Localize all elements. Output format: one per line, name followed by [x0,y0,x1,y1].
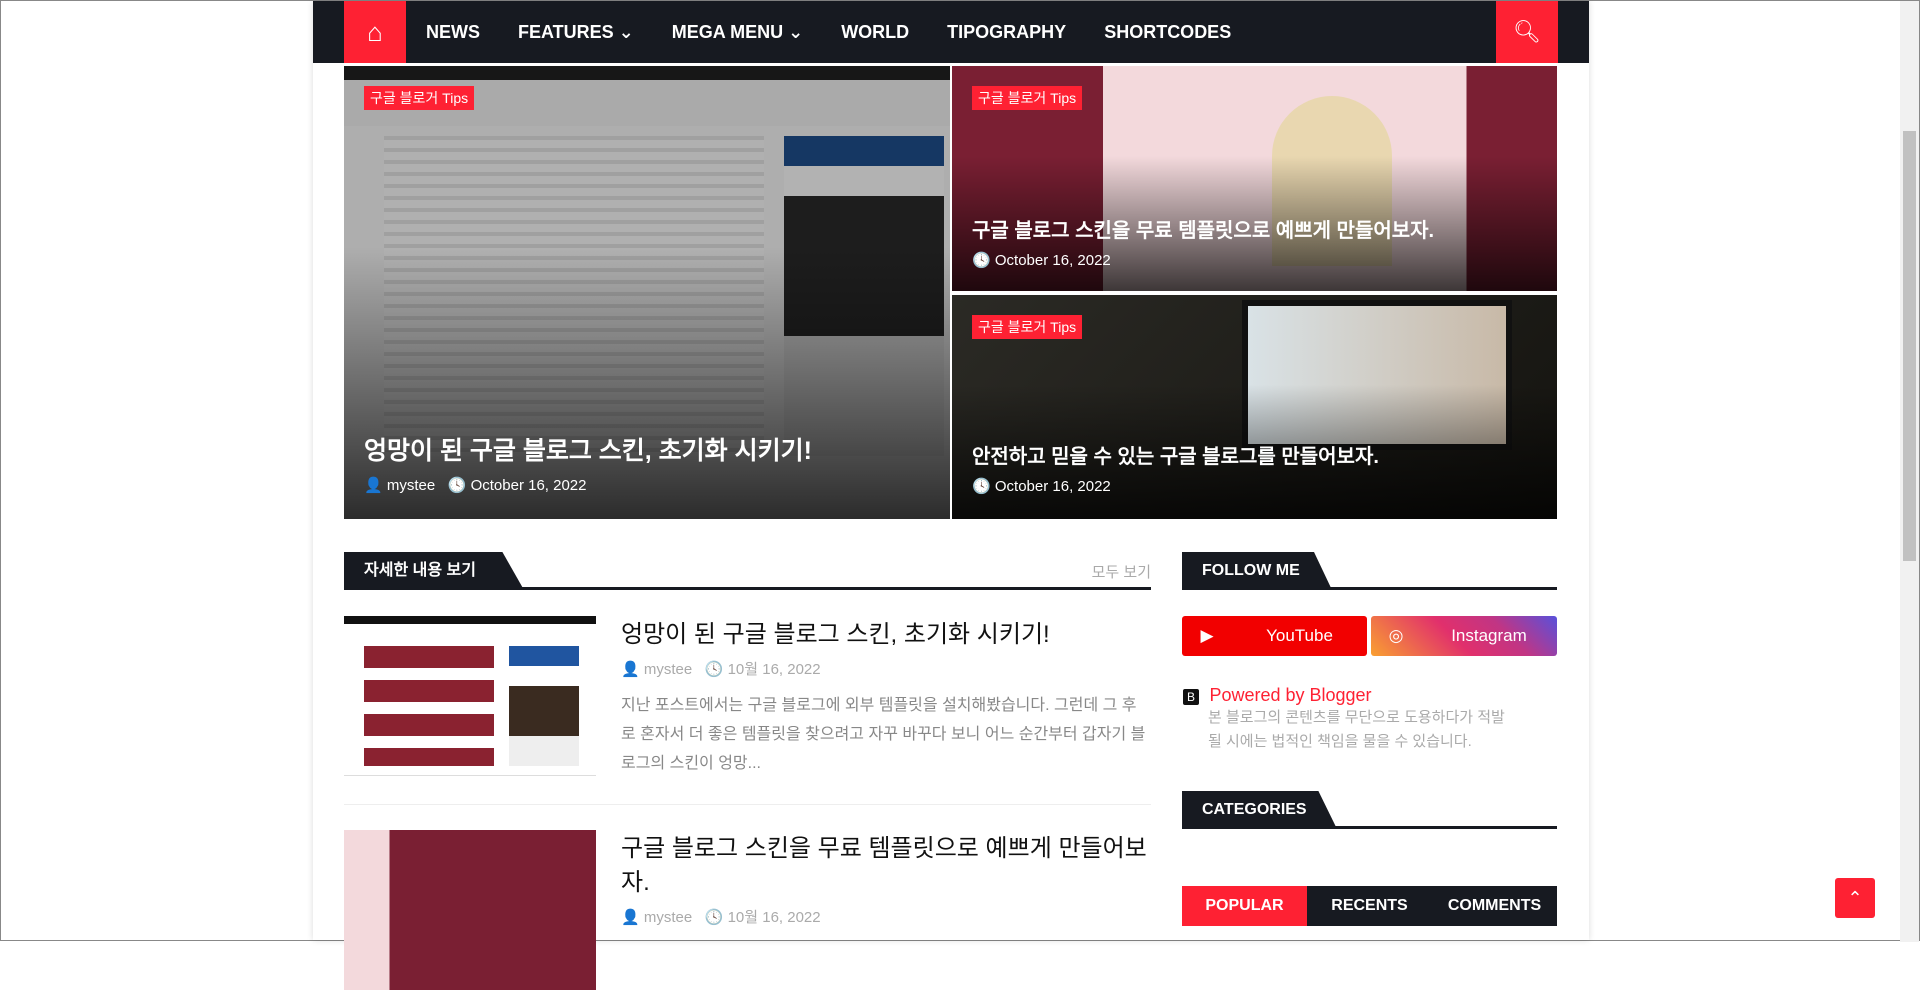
divider [344,804,1151,805]
hero-main[interactable]: 구글 블로거 Tips 엉망이 된 구글 블로그 스킨, 초기화 시키기! 👤 … [344,66,950,519]
scrollbar[interactable] [1900,1,1919,942]
hero-side-2[interactable]: 구글 블로거 Tips 안전하고 믿을 수 있는 구글 블로그를 만들어보자. … [952,295,1557,519]
post-meta: 👤 mystee 🕓 10월 16, 2022 [621,661,821,678]
post-meta: 👤 mystee 🕓 10월 16, 2022 [621,909,821,926]
nav-shortcodes[interactable]: SHORTCODES [1104,22,1231,43]
section-header: 자세한 내용 보기 모두 보기 [344,552,1151,590]
chevron-up-icon: ⌃ [1847,888,1863,908]
categories-title: CATEGORIES [1182,791,1337,829]
hero-title[interactable]: 엉망이 된 구글 블로그 스킨, 초기화 시키기! [364,431,812,467]
scrollbar-thumb[interactable] [1903,131,1916,561]
section-title: 자세한 내용 보기 [344,552,524,590]
hero-title[interactable]: 안전하고 믿을 수 있는 구글 블로그를 만들어보자. [972,440,1379,469]
search-button[interactable]: 🔍︎ [1496,1,1558,63]
powered-by-link[interactable]: Powered by Blogger [1209,685,1371,705]
follow-title: FOLLOW ME [1182,552,1332,590]
youtube-icon: ▶ [1200,626,1214,645]
hero-side-1[interactable]: 구글 블로거 Tips 구글 블로그 스킨을 무료 템플릿으로 예쁘게 만들어보… [952,66,1557,291]
hero-date: October 16, 2022 [994,252,1111,269]
nav-mega-menu[interactable]: MEGA MENU ⌄ [672,22,803,43]
view-all-link[interactable]: 모두 보기 [1092,561,1151,582]
top-nav: ⌂ NEWS FEATURES ⌄ MEGA MENU ⌄ WORLD TIPO… [313,1,1589,63]
post-author: mystee [643,661,693,678]
hero-meta: 🕓 October 16, 2022 [972,478,1111,495]
hero-label[interactable]: 구글 블로거 Tips [972,86,1083,110]
tab-popular[interactable]: POPULAR [1182,886,1307,926]
post-author: mystee [643,909,693,926]
hero-meta: 🕓 October 16, 2022 [972,252,1111,269]
post-item: 구글 블로그 스킨을 무료 템플릿으로 예쁘게 만들어보자. 👤 mystee … [344,830,1151,990]
post-excerpt: 지난 포스트에서는 구글 블로그에 외부 템플릿을 설치해봤습니다. 그런데 그… [621,697,1146,772]
post-item: 엉망이 된 구글 블로그 스킨, 초기화 시키기! 👤 mystee 🕓 10월… [344,616,1151,776]
powered-by: B Powered by Blogger 본 블로그의 콘텐츠를 무단으로 도용… [1183,685,1523,754]
categories-header: CATEGORIES [1182,791,1557,829]
tab-comments[interactable]: COMMENTS [1432,886,1557,926]
post-thumbnail[interactable] [344,616,596,776]
nav-world[interactable]: WORLD [841,22,909,43]
copyright-notice: 본 블로그의 콘텐츠를 무단으로 도용하다가 적발될 시에는 법적인 책임을 물… [1208,709,1505,750]
hero-title[interactable]: 구글 블로그 스킨을 무료 템플릿으로 예쁘게 만들어보자. [972,214,1434,243]
home-button[interactable]: ⌂ [344,1,406,63]
search-icon: 🔍︎ [1513,19,1541,44]
post-title[interactable]: 구글 블로그 스킨을 무료 템플릿으로 예쁘게 만들어보자. [621,832,1151,900]
blogger-icon: B [1183,688,1199,705]
post-thumbnail[interactable] [344,830,596,990]
hero-date: October 16, 2022 [470,477,587,494]
instagram-icon: ◎ [1388,626,1404,645]
home-icon: ⌂ [367,16,383,47]
nav-news[interactable]: NEWS [426,22,480,43]
nav-features[interactable]: FEATURES ⌄ [518,22,634,43]
hero-meta: 👤 mystee 🕓 October 16, 2022 [364,477,587,494]
sidebar-tabs: POPULAR RECENTS COMMENTS [1182,886,1557,926]
youtube-button[interactable]: ▶ YouTube [1182,616,1367,656]
back-to-top-button[interactable]: ⌃ [1835,878,1875,918]
post-date: 10월 16, 2022 [727,909,821,926]
hero-date: October 16, 2022 [994,478,1111,495]
instagram-button[interactable]: ◎ Instagram [1371,616,1557,656]
post-title[interactable]: 엉망이 된 구글 블로그 스킨, 초기화 시키기! [621,618,1151,652]
tab-recents[interactable]: RECENTS [1307,886,1432,926]
nav-tipography[interactable]: TIPOGRAPHY [947,22,1066,43]
post-date: 10월 16, 2022 [727,661,821,678]
hero-author: mystee [386,477,436,494]
hero-label[interactable]: 구글 블로거 Tips [972,315,1083,339]
hero-label[interactable]: 구글 블로거 Tips [364,86,475,110]
follow-header: FOLLOW ME [1182,552,1557,590]
